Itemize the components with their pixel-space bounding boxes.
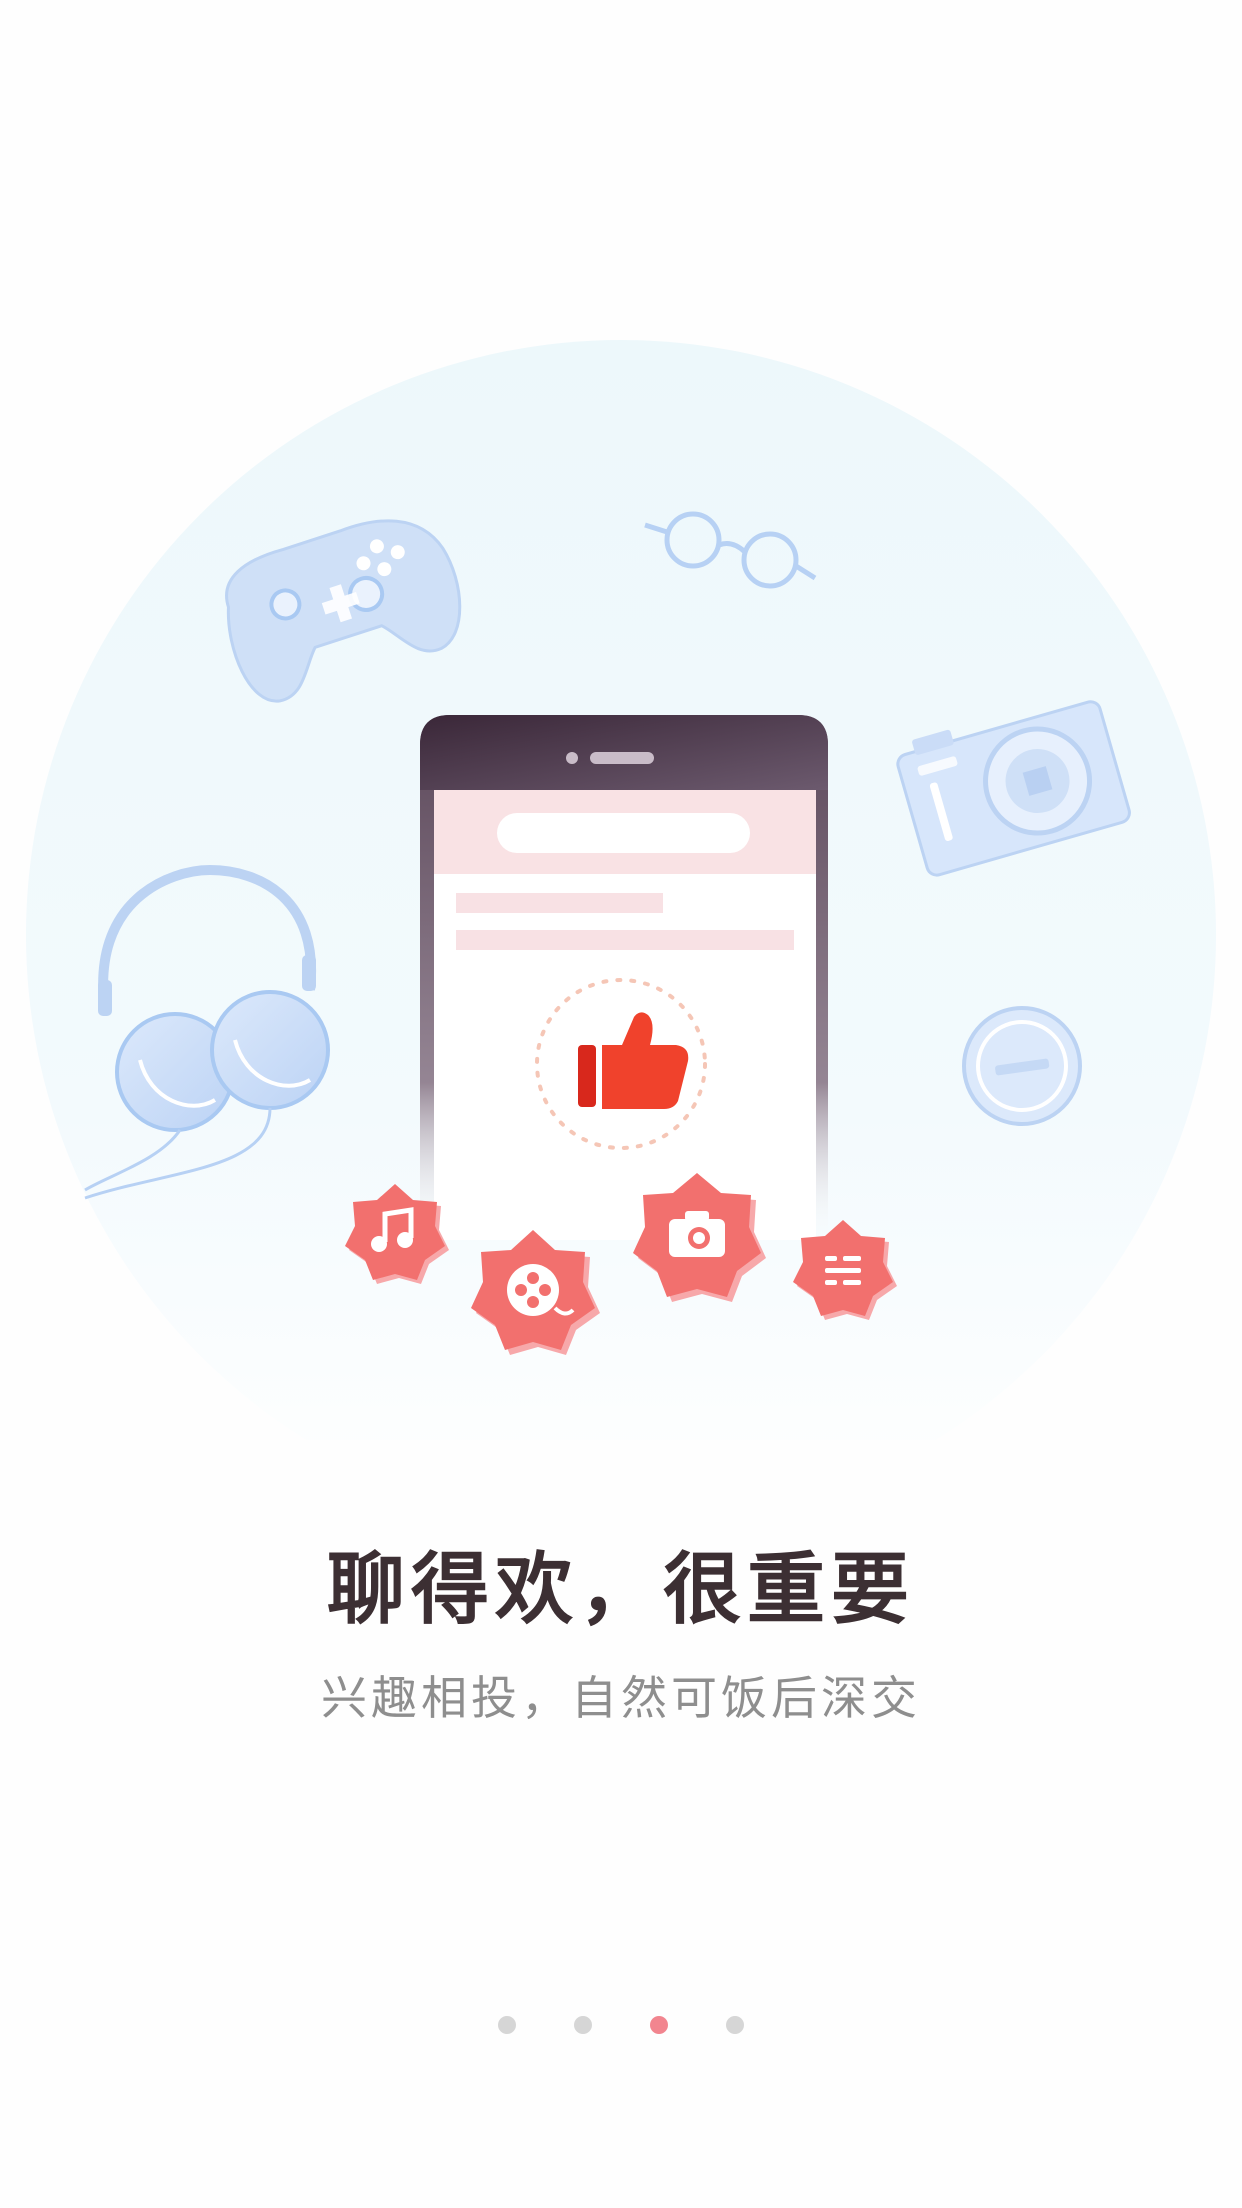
phone-icon [420, 715, 828, 1240]
onboarding-illustration [0, 0, 1242, 1440]
page-dot-3-active[interactable] [650, 2016, 668, 2034]
page-dot-2[interactable] [574, 2016, 592, 2034]
page-dot-1[interactable] [498, 2016, 516, 2034]
page-dot-4[interactable] [726, 2016, 744, 2034]
onboarding-subtitle: 兴趣相投，自然可饭后深交 [321, 1671, 921, 1725]
page-indicator [0, 2010, 1242, 2040]
coin-icon [962, 1006, 1082, 1126]
onboarding-screen: 聊得欢，很重要 兴趣相投，自然可饭后深交 [0, 0, 1242, 2208]
onboarding-title: 聊得欢，很重要 [326, 1545, 915, 1635]
